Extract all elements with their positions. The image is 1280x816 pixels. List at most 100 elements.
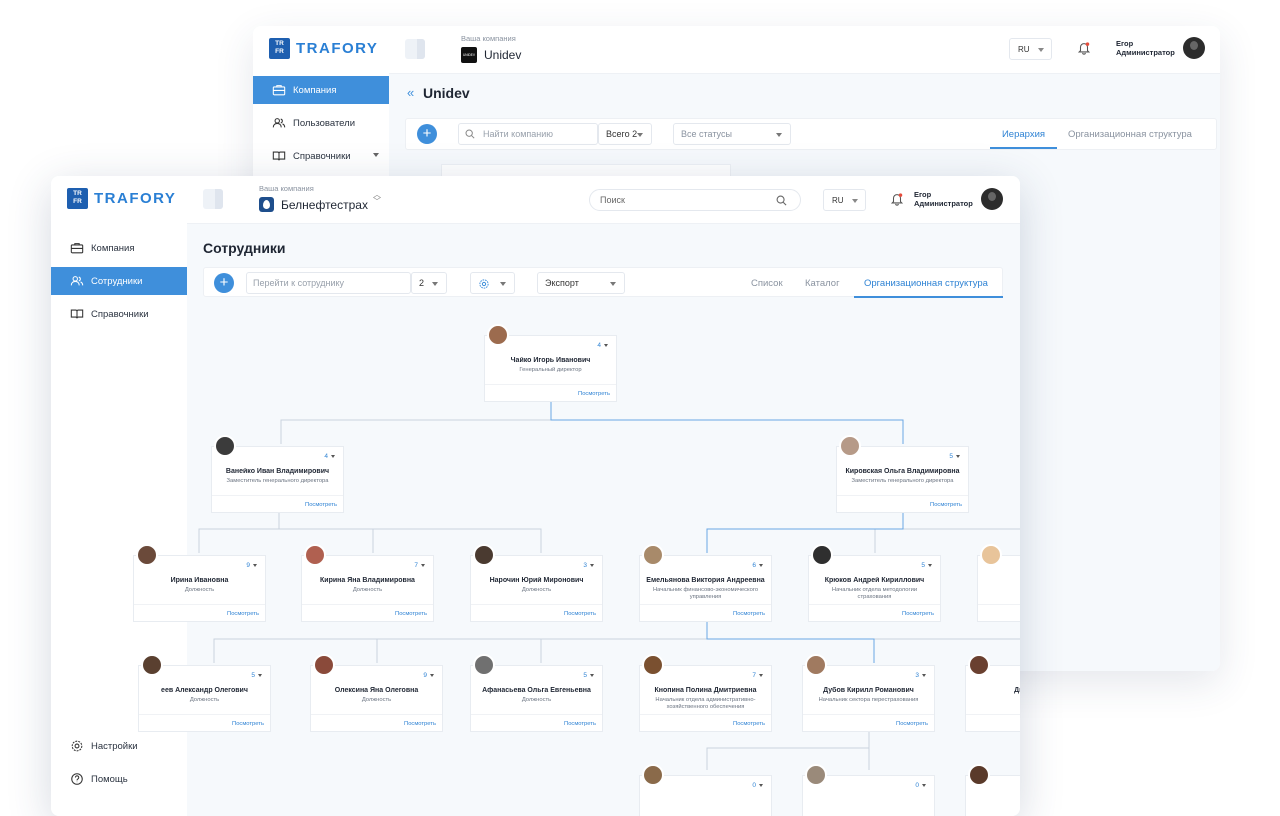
employee-card[interactable]: 3 Нарочин Юрий Миронович Должность Посмотре… <box>470 544 603 622</box>
employee-card[interactable]: 9 Олексина Яна Олеговна Должность Посмотрет… <box>310 654 443 732</box>
subordinates-count[interactable]: 5 <box>949 453 960 460</box>
avatar <box>811 544 833 566</box>
subordinates-count[interactable]: 9 <box>423 672 434 679</box>
employee-card[interactable]: 6 Емельянова Виктория Андреевна Начальник … <box>639 544 772 622</box>
sidebar-item-company[interactable]: Компания <box>51 234 187 262</box>
sidebar-toggle-button[interactable] <box>405 39 425 59</box>
sidebar-toggle-button[interactable] <box>203 189 223 209</box>
avatar <box>141 654 163 676</box>
subordinates-count[interactable]: 0 <box>752 782 763 789</box>
view-link[interactable]: Посмотреть <box>733 721 765 727</box>
company-search-input[interactable]: Найти компанию <box>458 123 598 145</box>
employee-position: Заместитель генерального директора <box>226 478 329 484</box>
employee-position: Начальник финансово-экономического управ… <box>652 587 759 600</box>
user-name: Егор <box>914 190 932 199</box>
view-link[interactable]: Посмотреть <box>578 391 610 397</box>
avatar <box>642 764 664 786</box>
view-link[interactable]: Посмотреть <box>404 721 436 727</box>
employee-card[interactable] <box>965 764 1020 816</box>
subordinates-count[interactable]: 7 <box>414 562 425 569</box>
employee-position: Должность <box>361 697 392 703</box>
sidebar-item-help[interactable]: Помощь <box>51 765 187 793</box>
logo[interactable]: TR FR TRAFORY <box>67 188 176 209</box>
divider <box>837 495 968 496</box>
sidebar-item-users[interactable]: Пользователи <box>253 109 389 137</box>
sidebar-item-directories[interactable]: Справочники <box>51 300 187 328</box>
company-switcher[interactable]: Ваша компания Белнефтестрах <box>259 184 368 212</box>
add-company-button[interactable]: + <box>417 124 437 144</box>
employee-card[interactable]: 5 еев Александр Олегович Должность Посмотре… <box>138 654 271 732</box>
sidebar-item-label: Настройки <box>91 740 138 752</box>
employee-card[interactable]: 4 Ванейко Иван Владимирович Заместитель ге… <box>211 435 344 513</box>
language-select[interactable]: RU <box>823 189 866 211</box>
employee-card[interactable]: Дмитриев Начал <box>965 654 1020 732</box>
divider <box>640 604 771 605</box>
view-link[interactable]: Посмотреть <box>564 721 596 727</box>
view-link[interactable]: Посмотреть <box>395 611 427 617</box>
divider <box>471 604 602 605</box>
sidebar-item-label: Компания <box>293 84 337 96</box>
subordinates-count[interactable]: 4 <box>324 453 335 460</box>
search-input[interactable]: Поиск <box>589 189 801 211</box>
chevron-double-left-icon[interactable]: « <box>407 85 414 100</box>
employee-card[interactable]: Прилеж Началь <box>977 544 1020 622</box>
employee-card[interactable]: 5 Кировская Ольга Владимировна Заместитель… <box>836 435 969 513</box>
user-menu[interactable]: Егор Администратор <box>914 188 1003 210</box>
view-link[interactable]: Посмотреть <box>227 611 259 617</box>
avatar <box>968 764 990 786</box>
user-menu[interactable]: Егор Администратор <box>1116 37 1205 59</box>
subordinates-count[interactable]: 7 <box>752 672 763 679</box>
employee-name: Ирина Ивановна <box>170 577 229 584</box>
logo[interactable]: TR FR TRAFORY <box>269 38 378 59</box>
employee-name: Нарочин Юрий Миронович <box>489 577 584 584</box>
divider <box>640 714 771 715</box>
view-link[interactable]: Посмотреть <box>305 502 337 508</box>
sidebar-item-employees[interactable]: Сотрудники <box>51 267 187 295</box>
employee-card[interactable]: 9 Ирина Ивановна Должность Посмотреть <box>133 544 266 622</box>
employee-card[interactable]: 7 Кнопина Полина Дмитриевна Начальник отде… <box>639 654 772 732</box>
front-window: TR FR TRAFORY Компания Сотрудники Справо… <box>51 176 1020 816</box>
sidebar-item-settings[interactable]: Настройки <box>51 732 187 760</box>
subordinates-count[interactable]: 3 <box>583 562 594 569</box>
view-link[interactable]: Посмотреть <box>232 721 264 727</box>
avatar <box>968 654 990 676</box>
subordinates-count[interactable]: 0 <box>915 782 926 789</box>
avatar <box>980 544 1002 566</box>
sidebar-item-label: Сотрудники <box>91 275 143 287</box>
subordinates-count[interactable]: 5 <box>921 562 932 569</box>
bell-icon[interactable] <box>1077 41 1091 55</box>
sidebar-item-directories[interactable]: Справочники <box>253 142 389 170</box>
subordinates-count[interactable]: 6 <box>752 562 763 569</box>
status-filter[interactable]: Все статусы <box>673 123 791 145</box>
subordinates-count[interactable]: 3 <box>915 672 926 679</box>
employee-card[interactable]: 4 Чайко Игорь Иванович Генеральный директо… <box>484 324 617 402</box>
view-link[interactable]: Посмотреть <box>896 721 928 727</box>
subordinates-count[interactable]: 4 <box>597 342 608 349</box>
view-link[interactable]: Посмотреть <box>930 502 962 508</box>
divider <box>471 714 602 715</box>
sidebar-nav: Компания Пользователи Справочники <box>253 76 389 175</box>
employee-card[interactable]: 5 Афанасьева Ольга Евгеньевна Должность Пос… <box>470 654 603 732</box>
view-link[interactable]: Посмотреть <box>733 611 765 617</box>
employee-position: Должность <box>184 587 215 593</box>
sidebar-item-label: Компания <box>91 242 135 254</box>
employee-card[interactable]: 0 <box>639 764 772 816</box>
employee-position: Генеральный директор <box>519 367 582 373</box>
bell-icon[interactable] <box>890 192 904 206</box>
subordinates-count[interactable]: 5 <box>251 672 262 679</box>
view-link[interactable]: Посмотреть <box>902 611 934 617</box>
employee-card[interactable]: 7 Кирина Яна Владимировна Должность Посмотр… <box>301 544 434 622</box>
tab-hierarchy[interactable]: Иерархия <box>990 119 1057 149</box>
employee-card[interactable]: 3 Дубов Кирилл Романович Начальник сектора… <box>802 654 935 732</box>
employee-card[interactable]: 5 Крюков Андрей Кириллович Начальник отдел… <box>808 544 941 622</box>
company-switcher[interactable]: Ваша компания UNIDEV Unidev <box>461 34 521 63</box>
employee-position: Начал <box>972 697 1020 704</box>
language-select[interactable]: RU <box>1009 38 1052 60</box>
employee-card[interactable]: 0 <box>802 764 935 816</box>
sidebar-item-company[interactable]: Компания <box>253 76 389 104</box>
tab-org-structure[interactable]: Организационная структура <box>1068 119 1192 149</box>
chevron-updown-icon[interactable]: ︿ ﹀ <box>373 191 381 206</box>
view-link[interactable]: Посмотреть <box>564 611 596 617</box>
subordinates-count[interactable]: 5 <box>583 672 594 679</box>
subordinates-count[interactable]: 9 <box>246 562 257 569</box>
